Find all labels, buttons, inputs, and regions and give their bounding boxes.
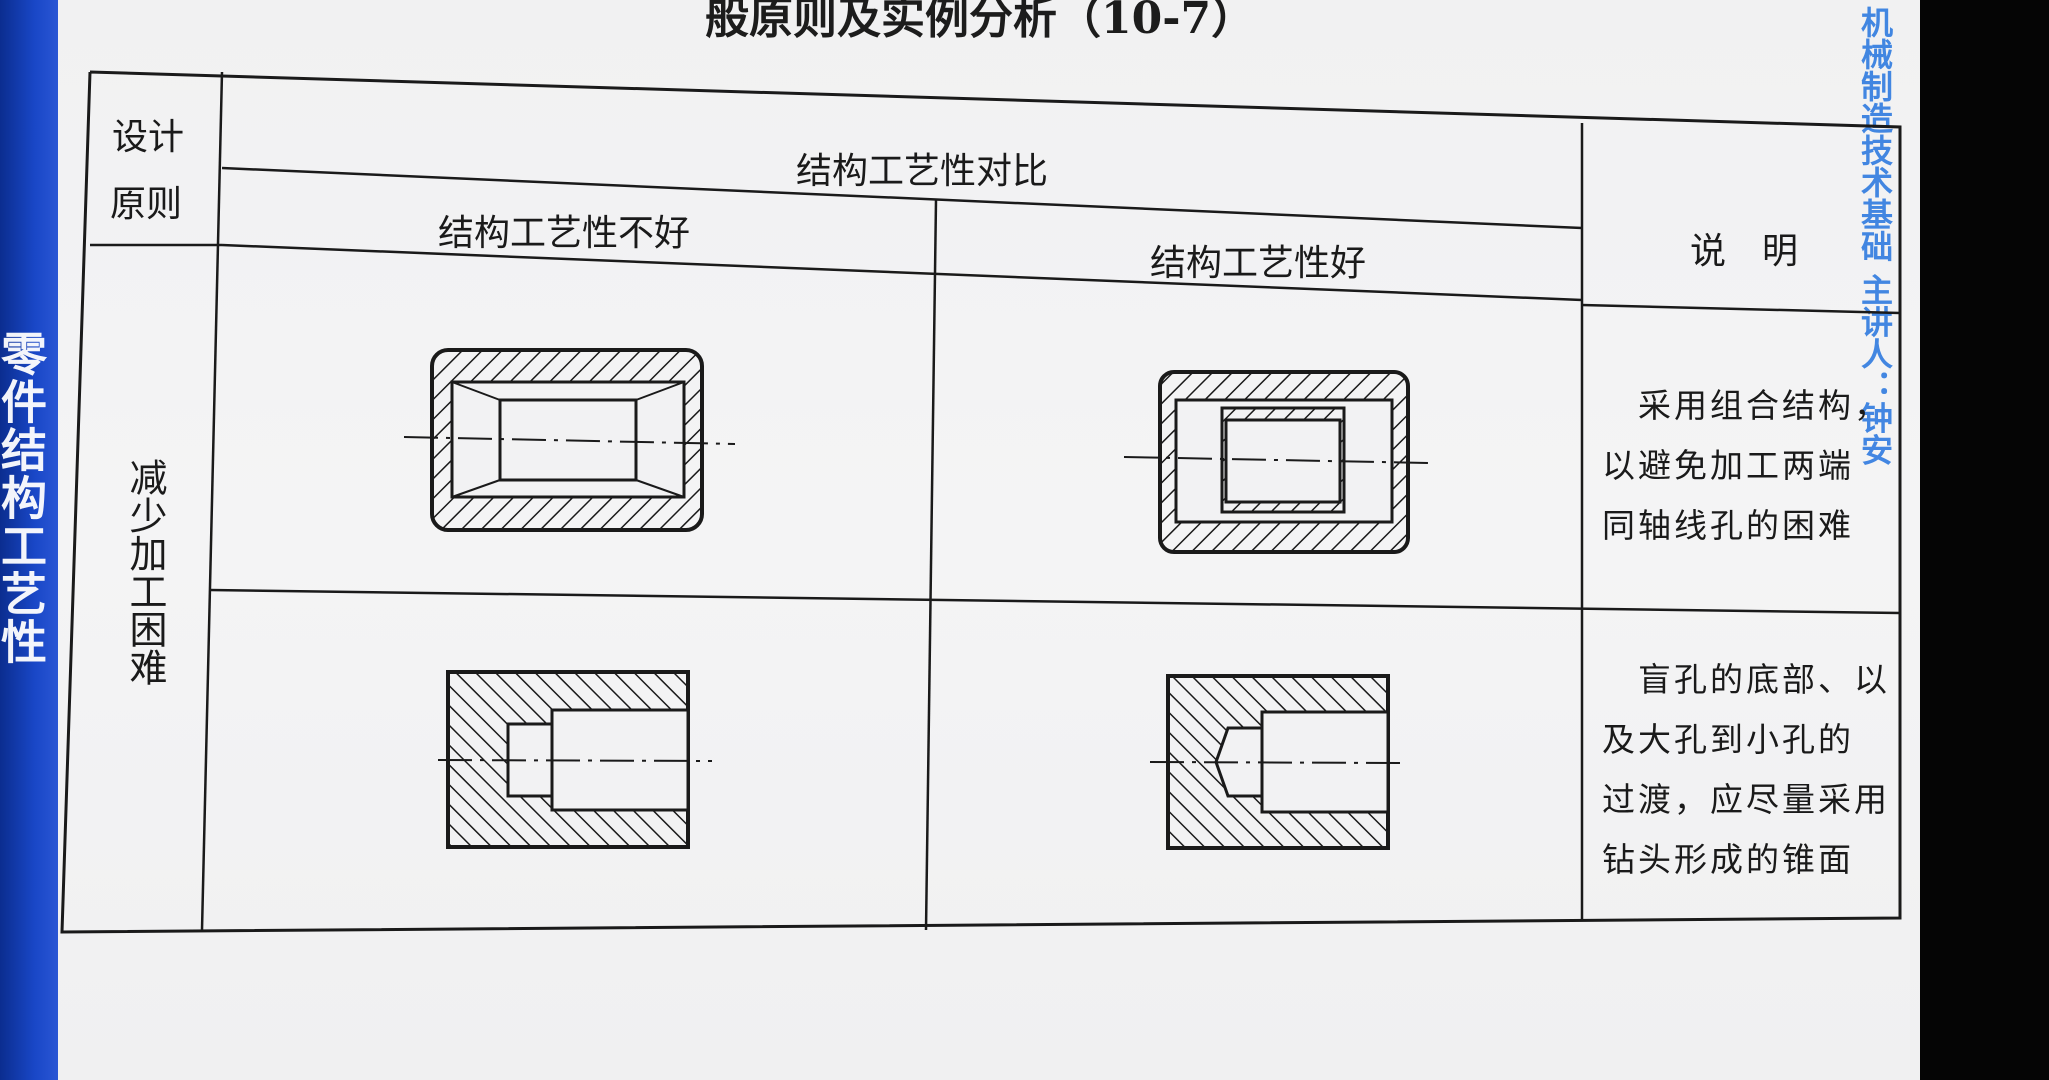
note-row-1-line-3: 同轴线孔的困难 <box>1602 506 1854 545</box>
drawing-good-blind-hole <box>1149 674 1401 850</box>
drawing-good-combined-bore <box>1123 370 1431 554</box>
note-row-1-line-2: 以避免加工两端 <box>1602 446 1854 485</box>
header-note: 说 明 <box>1690 231 1799 272</box>
note-row-2-line-3: 过渡，应尽量采用 <box>1602 780 1890 819</box>
drawing-bad-combined-bore <box>403 348 736 532</box>
note-row-1: 采用组合结构， 以避免加工两端 同轴线孔的困难 <box>1602 376 1902 556</box>
note-row-2: 盲孔的底部、以 及大孔到小孔的 过渡，应尽量采用 钻头形成的锥面 <box>1602 650 1902 890</box>
header-principle-line1: 设计 <box>112 117 185 158</box>
header-compare: 结构工艺性对比 <box>796 151 1049 192</box>
note-row-2-line-4: 钻头形成的锥面 <box>1602 840 1854 879</box>
header-good: 结构工艺性好 <box>1150 243 1367 284</box>
header-principle-line2: 原则 <box>110 184 183 225</box>
principle-label: 减少加工困难 <box>123 458 167 686</box>
note-row-2-line-2: 及大孔到小孔的 <box>1602 720 1854 759</box>
note-row-1-line-1: 采用组合结构， <box>1602 386 1890 425</box>
note-row-2-line-1: 盲孔的底部、以 <box>1602 660 1890 699</box>
drawing-bad-blind-hole <box>437 670 713 849</box>
header-bad: 结构工艺性不好 <box>438 213 691 254</box>
